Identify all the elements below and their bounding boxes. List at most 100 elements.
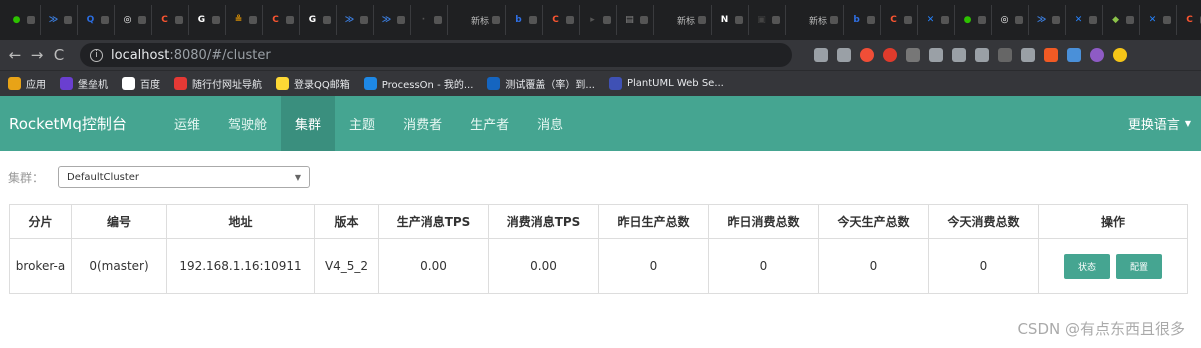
column-header: 操作 — [1038, 204, 1188, 239]
bookmark-item[interactable]: 应用 — [8, 76, 46, 91]
table-header-row: 分片 编号 地址 版本 生产消息TPS 消费消息TPS 昨日生产总数 昨日消费总数 今天生产总数… — [9, 204, 1188, 239]
browser-tab[interactable]: ≫ — [1029, 5, 1067, 35]
confluence-icon: ✕ — [926, 15, 935, 25]
tab-audio-icon — [492, 16, 501, 24]
browser-tab[interactable]: C — [152, 5, 189, 35]
browser-tab[interactable]: ● — [955, 5, 993, 35]
browser-tab[interactable]: b — [506, 5, 544, 35]
s-ext-icon[interactable] — [929, 48, 943, 62]
config-button[interactable]: 配置 — [1116, 253, 1163, 279]
browser-tab[interactable]: ▣ — [749, 5, 787, 35]
browser-tab[interactable]: ✕ — [1140, 5, 1178, 35]
browser-tab[interactable]: G — [189, 5, 226, 35]
bookmark-item[interactable]: 堡垒机 — [60, 76, 108, 91]
tab-audio-icon — [249, 16, 257, 24]
forward-icon[interactable]: → — [26, 46, 48, 64]
bookmark-item[interactable]: 百度 — [122, 76, 160, 91]
nav-item[interactable]: 运维 — [160, 96, 214, 151]
page-icon — [453, 13, 468, 28]
gray-ext-icon[interactable] — [906, 48, 920, 62]
nav-item[interactable]: 生产者 — [456, 96, 523, 151]
leaf-icon: ◆ — [1112, 15, 1119, 25]
browser-tab[interactable]: C — [1177, 5, 1201, 35]
site-info-icon[interactable]: i — [90, 48, 103, 62]
browser-tab[interactable]: 新标 — [448, 5, 507, 35]
browser-tab[interactable]: ▤ — [617, 5, 655, 35]
bookmark-label: 应用 — [26, 80, 46, 91]
tab-title: 新标 — [677, 16, 696, 27]
info-ext-icon[interactable] — [998, 48, 1012, 62]
browser-tab[interactable]: C — [263, 5, 300, 35]
nav-item[interactable]: 主题 — [335, 96, 389, 151]
translate-icon[interactable] — [814, 48, 828, 62]
browser-tab[interactable]: ▸ — [580, 5, 618, 35]
tab-audio-icon — [904, 16, 913, 24]
bookmark-item[interactable]: ProcessOn - 我的... — [363, 76, 473, 91]
back-icon[interactable]: ← — [4, 46, 26, 64]
bookmark-item[interactable]: 随行付网址导航 — [174, 76, 262, 91]
tab-audio-icon — [698, 16, 707, 24]
browser-tab[interactable]: b — [844, 5, 882, 35]
browser-tab[interactable]: G — [300, 5, 337, 35]
blue-ext-icon[interactable] — [1067, 48, 1081, 62]
red-ext-icon[interactable] — [883, 48, 897, 62]
wechat-icon: ● — [12, 15, 21, 25]
dark-icon: ▣ — [757, 15, 766, 25]
browser-tab[interactable]: ≫ — [337, 5, 374, 35]
browser-tab[interactable]: ≗ — [226, 5, 263, 35]
select-caret-icon: ▼ — [294, 172, 302, 182]
cluster-select[interactable]: DefaultCluster ▼ — [58, 166, 311, 188]
tab-audio-icon — [640, 16, 649, 24]
nav-item[interactable]: 集群 — [281, 96, 336, 151]
nav-item[interactable]: 消费者 — [389, 96, 456, 151]
status-button[interactable]: 状态 — [1063, 253, 1110, 279]
doc-icon: ▤ — [625, 15, 634, 25]
browser-tab[interactable]: 新标 — [786, 5, 845, 35]
browser-tab[interactable]: ≫ — [374, 5, 411, 35]
avatar-icon[interactable] — [1090, 48, 1104, 62]
tab-audio-icon — [941, 16, 950, 24]
yellow-ext-icon[interactable] — [1113, 48, 1127, 62]
browser-tab[interactable]: 新标 — [654, 5, 713, 35]
table-cell: 0 — [818, 238, 929, 294]
q-icon: Q — [86, 15, 95, 25]
browser-tab[interactable]: ✕ — [1066, 5, 1104, 35]
pdf-ext-icon[interactable] — [1044, 48, 1058, 62]
app-brand[interactable]: RocketMq控制台 — [9, 113, 160, 134]
browser-tab[interactable]: C — [543, 5, 581, 35]
browser-tab[interactable]: ◎ — [115, 5, 152, 35]
page-icon — [791, 13, 806, 28]
table-cell: broker-a — [9, 238, 72, 294]
browser-tab[interactable]: ≫ — [41, 5, 78, 35]
table-body: broker-a 0(master) 192.168.1.16:10911 V4_5_… — [9, 238, 1188, 294]
browser-tab[interactable]: C — [881, 5, 919, 35]
shield-ext-icon[interactable] — [975, 48, 989, 62]
browser-tab[interactable]: · — [411, 5, 448, 35]
browser-tab[interactable]: ◎ — [992, 5, 1030, 35]
x-ext-icon[interactable] — [952, 48, 966, 62]
bookmark-label: 堡垒机 — [78, 80, 108, 91]
bookmark-item[interactable]: 测试覆盖（率）到... — [487, 76, 595, 91]
browser-tab[interactable]: Q — [78, 5, 115, 35]
browser-tab[interactable]: N — [712, 5, 750, 35]
browser-tab[interactable]: ✕ — [918, 5, 956, 35]
bookmark-item[interactable]: 登录QQ邮箱 — [276, 76, 350, 91]
bookmark-item[interactable]: PlantUML Web Se... — [608, 77, 724, 90]
table-cell: 192.168.1.16:10911 — [166, 238, 315, 294]
blue-chevron-icon: ≫ — [48, 15, 59, 25]
browser-tab[interactable]: ◆ — [1103, 5, 1141, 35]
table-cell: 0.00 — [378, 238, 489, 294]
csdn-icon: C — [1186, 15, 1193, 25]
dark-ext-icon[interactable] — [1021, 48, 1035, 62]
address-bar[interactable]: i localhost:8080/#/cluster — [80, 43, 792, 67]
apps-icon — [8, 77, 21, 90]
nav-item[interactable]: 消息 — [523, 96, 577, 151]
browser-tab[interactable]: ● — [4, 5, 41, 35]
reload-icon[interactable]: C — [48, 46, 70, 64]
wechat-icon: ● — [963, 15, 972, 25]
table-cell: 0 — [708, 238, 819, 294]
language-dropdown[interactable]: 更换语言 ▼ — [1128, 96, 1191, 151]
red-ext-icon[interactable] — [860, 48, 874, 62]
nav-item[interactable]: 驾驶舱 — [214, 96, 281, 151]
star-icon[interactable] — [837, 48, 851, 62]
